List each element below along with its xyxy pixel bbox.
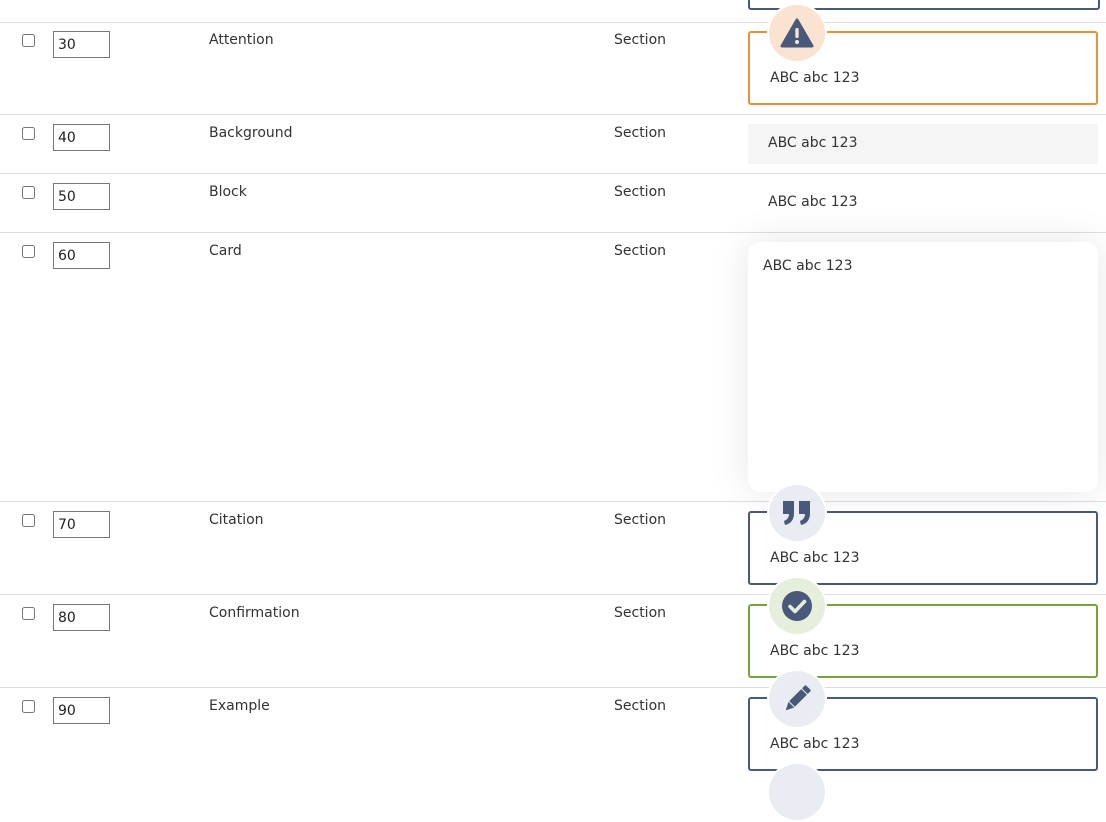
row-select-checkbox[interactable] bbox=[22, 700, 35, 713]
preview-background: ABC abc 123 bbox=[748, 124, 1098, 164]
check-circle-icon bbox=[767, 576, 827, 636]
row-type: Section bbox=[614, 605, 667, 621]
preview-text: ABC abc 123 bbox=[770, 643, 860, 659]
row-name: Background bbox=[209, 125, 293, 141]
row-name: Confirmation bbox=[209, 605, 300, 621]
weight-input[interactable] bbox=[53, 697, 110, 724]
row-type: Section bbox=[614, 125, 667, 141]
quote-icon bbox=[767, 483, 827, 543]
next-row-icon bbox=[767, 762, 827, 822]
preview-text: ABC abc 123 bbox=[770, 70, 860, 86]
row-select-checkbox[interactable] bbox=[22, 607, 35, 620]
row-select-checkbox[interactable] bbox=[22, 34, 35, 47]
weight-input[interactable] bbox=[53, 604, 110, 631]
weight-input[interactable] bbox=[53, 183, 110, 210]
preview-card: ABC abc 123 bbox=[748, 242, 1098, 492]
row-name: Citation bbox=[209, 512, 264, 528]
weight-input[interactable] bbox=[53, 511, 110, 538]
row-select-checkbox[interactable] bbox=[22, 186, 35, 199]
row-name: Attention bbox=[209, 32, 274, 48]
row-type: Section bbox=[614, 32, 667, 48]
preview-text: ABC abc 123 bbox=[763, 258, 853, 274]
weight-input[interactable] bbox=[53, 242, 110, 269]
preview-text: ABC abc 123 bbox=[768, 194, 858, 210]
previous-row bbox=[0, 0, 1106, 23]
row-name: Example bbox=[209, 698, 270, 714]
pencil-icon bbox=[767, 669, 827, 729]
row-type: Section bbox=[614, 184, 667, 200]
preview-text: ABC abc 123 bbox=[768, 135, 858, 151]
preview-text: ABC abc 123 bbox=[770, 550, 860, 566]
row-select-checkbox[interactable] bbox=[22, 127, 35, 140]
row-type: Section bbox=[614, 698, 667, 714]
weight-input[interactable] bbox=[53, 124, 110, 151]
row-select-checkbox[interactable] bbox=[22, 514, 35, 527]
warning-triangle-icon bbox=[767, 3, 827, 63]
preview-block: ABC abc 123 bbox=[748, 183, 1098, 223]
weight-input[interactable] bbox=[53, 31, 110, 58]
row-type: Section bbox=[614, 512, 667, 528]
row-select-checkbox[interactable] bbox=[22, 245, 35, 258]
row-name: Block bbox=[209, 184, 247, 200]
row-type: Section bbox=[614, 243, 667, 259]
preview-text: ABC abc 123 bbox=[770, 736, 860, 752]
row-name: Card bbox=[209, 243, 242, 259]
